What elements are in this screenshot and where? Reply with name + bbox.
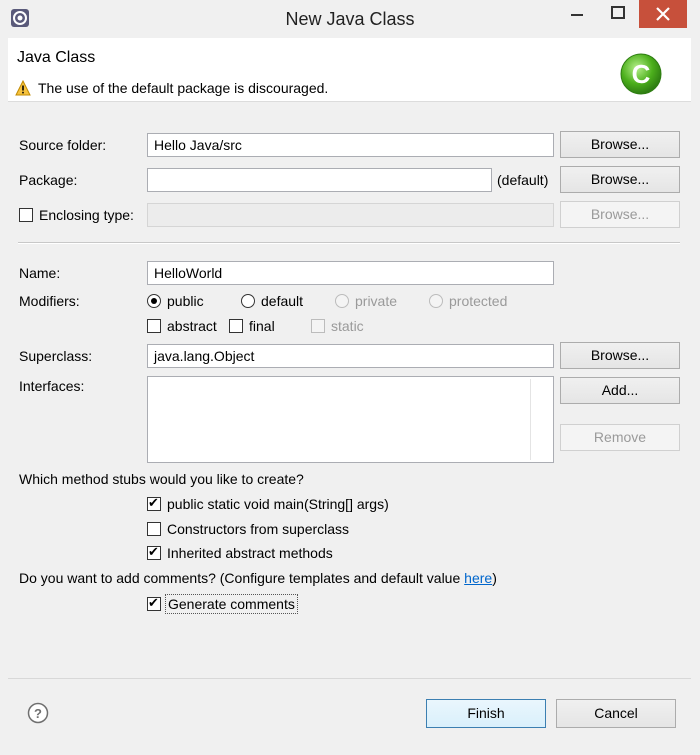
static-checkbox: [311, 319, 325, 333]
comments-question: Do you want to add comments? (Configure …: [19, 570, 497, 586]
maximize-button[interactable]: [598, 0, 638, 28]
default-label: default: [261, 293, 304, 309]
footer-separator: [8, 678, 691, 679]
minimize-icon: [571, 14, 583, 16]
inherited-methods-checkbox[interactable]: [147, 544, 161, 560]
help-icon[interactable]: ?: [27, 702, 49, 724]
package-input[interactable]: [147, 168, 492, 192]
page-title: Java Class: [17, 49, 96, 66]
enclosing-type-label: Enclosing type:: [39, 207, 134, 223]
source-folder-browse-button[interactable]: Browse...: [560, 131, 680, 158]
superclass-input[interactable]: java.lang.Object: [147, 344, 554, 368]
generate-comments-label: Generate comments: [165, 594, 298, 614]
static-label: static: [331, 318, 364, 334]
enclosing-type-input: [147, 203, 554, 227]
add-interface-button[interactable]: Add...: [560, 377, 680, 404]
main-method-checkbox[interactable]: [147, 495, 161, 511]
abstract-label: abstract: [167, 318, 217, 334]
method-stubs-question: Which method stubs would you like to cre…: [19, 471, 304, 487]
package-default-label: (default): [497, 172, 549, 188]
public-label: public: [167, 293, 204, 309]
comments-question-end: ): [492, 570, 497, 586]
warning-icon: [15, 80, 31, 96]
maximize-icon: [611, 6, 625, 19]
inherited-methods-label: Inherited abstract methods: [167, 545, 333, 561]
cancel-button[interactable]: Cancel: [556, 699, 676, 728]
generate-comments-checkbox[interactable]: [147, 595, 161, 611]
superclass-label: Superclass:: [19, 348, 93, 364]
final-checkbox[interactable]: [229, 319, 243, 333]
svg-text:C: C: [632, 59, 651, 89]
java-class-icon: C: [620, 53, 662, 95]
comments-question-text: Do you want to add comments? (Configure …: [19, 570, 465, 586]
constructors-label: Constructors from superclass: [167, 521, 350, 537]
templates-link[interactable]: here: [464, 570, 492, 586]
minimize-button[interactable]: [557, 0, 597, 28]
package-label: Package:: [19, 172, 78, 188]
private-label: private: [355, 293, 398, 309]
abstract-checkbox[interactable]: [147, 319, 161, 333]
svg-text:?: ?: [34, 706, 42, 721]
enclosing-type-checkbox[interactable]: [19, 208, 33, 222]
source-folder-label: Source folder:: [19, 137, 107, 153]
name-input[interactable]: HelloWorld: [147, 261, 554, 285]
source-folder-input[interactable]: Hello Java/src: [147, 133, 554, 157]
separator: [18, 242, 680, 244]
public-radio[interactable]: [147, 294, 161, 308]
protected-radio: [429, 294, 443, 308]
superclass-browse-button[interactable]: Browse...: [560, 342, 680, 369]
constructors-checkbox[interactable]: [147, 522, 161, 536]
close-icon: [656, 7, 670, 21]
status-message: The use of the default package is discou…: [38, 80, 329, 96]
protected-label: protected: [449, 293, 508, 309]
name-label: Name:: [19, 265, 61, 281]
list-column-divider: [530, 379, 531, 460]
modifiers-label: Modifiers:: [19, 293, 80, 309]
package-browse-button[interactable]: Browse...: [560, 166, 680, 193]
remove-interface-button: Remove: [560, 424, 680, 451]
interfaces-list[interactable]: [147, 376, 554, 463]
finish-button[interactable]: Finish: [426, 699, 546, 728]
main-method-label: public static void main(String[] args): [167, 496, 389, 512]
private-radio: [335, 294, 349, 308]
interfaces-label: Interfaces:: [19, 378, 85, 394]
enclosing-type-browse-button: Browse...: [560, 201, 680, 228]
final-label: final: [249, 318, 275, 334]
close-button[interactable]: [639, 0, 687, 28]
default-radio[interactable]: [241, 294, 255, 308]
